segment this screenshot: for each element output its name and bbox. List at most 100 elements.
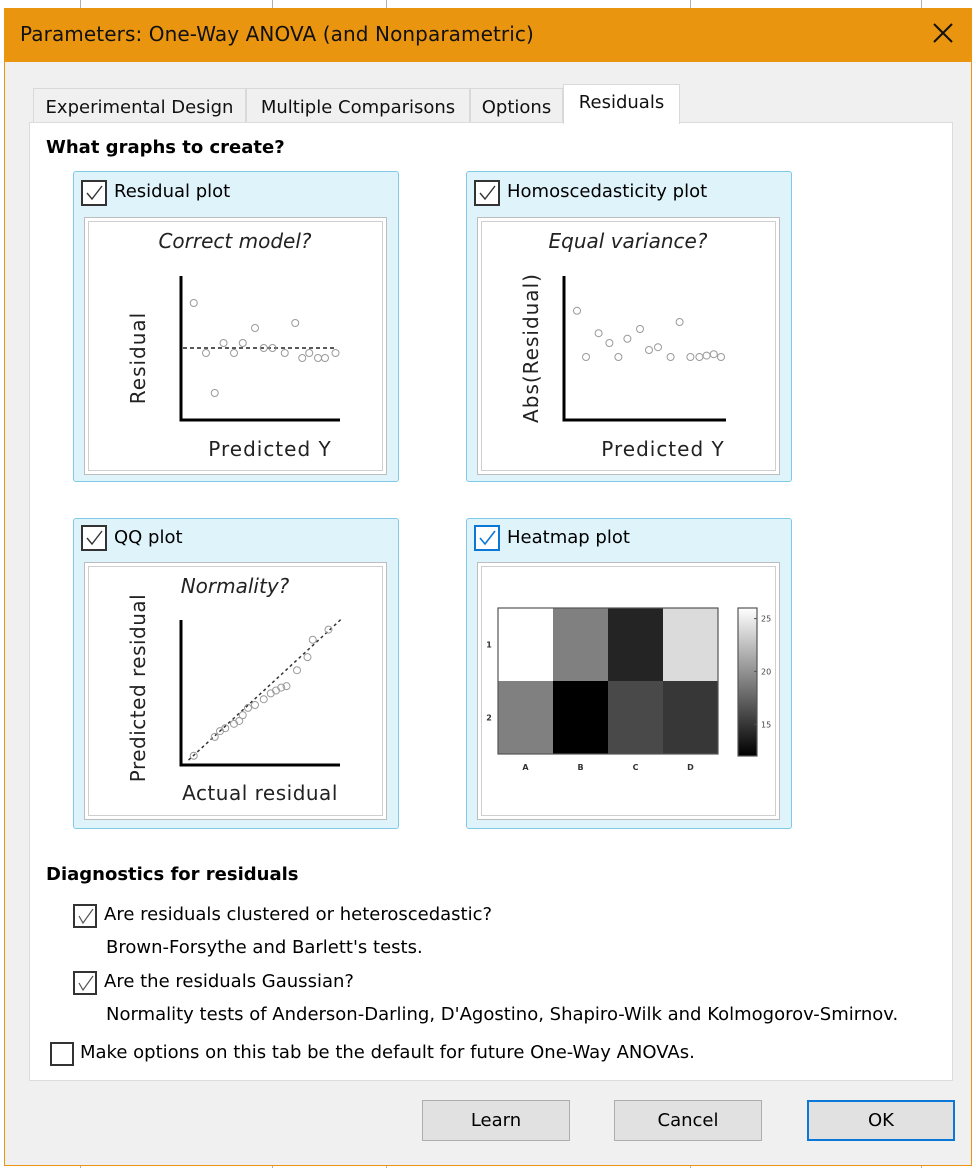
data-point bbox=[210, 732, 219, 741]
checkmark-icon bbox=[479, 185, 496, 201]
data-point bbox=[645, 346, 653, 354]
residual-plot-label[interactable]: Residual plot bbox=[114, 181, 230, 202]
heatmap-cell bbox=[498, 608, 553, 681]
data-point bbox=[298, 354, 307, 362]
make-default-checkbox[interactable] bbox=[50, 1042, 74, 1066]
data-point bbox=[251, 701, 259, 709]
homoscedasticity-plot-group: Homoscedasticity plot Equal variance? Ab… bbox=[466, 171, 792, 482]
heatmap-cell bbox=[498, 681, 553, 754]
data-point bbox=[314, 354, 322, 362]
data-point bbox=[623, 334, 632, 343]
close-button[interactable] bbox=[928, 18, 958, 48]
learn-button[interactable]: Learn bbox=[422, 1100, 570, 1141]
data-point bbox=[695, 353, 704, 361]
heatmap-plot-group: Heatmap plot 1 2 A B C D 15 20 25 bbox=[466, 518, 792, 829]
tab-experimental-design[interactable]: Experimental Design bbox=[33, 88, 246, 122]
residual-plot-checkbox[interactable] bbox=[81, 180, 107, 206]
data-point bbox=[238, 711, 247, 720]
residuals-tab-panel: What graphs to create? Residual plot Cor… bbox=[29, 122, 953, 1081]
y-axis-label: Residual bbox=[126, 312, 150, 404]
data-point bbox=[272, 686, 280, 695]
data-point bbox=[305, 349, 314, 357]
homoscedasticity-plot-label[interactable]: Homoscedasticity plot bbox=[507, 181, 707, 202]
heatmap-plot-label[interactable]: Heatmap plot bbox=[507, 527, 630, 548]
gaussian-residuals-checkbox[interactable] bbox=[73, 971, 97, 995]
y-axis-label: Abs(Residual) bbox=[519, 273, 543, 423]
checkmark-icon bbox=[479, 530, 496, 546]
residual-plot-preview: Correct model? Residual Predicted Y bbox=[84, 217, 387, 475]
heatmap-cell bbox=[608, 681, 663, 754]
data-point bbox=[582, 353, 590, 361]
heatmap-cell bbox=[553, 608, 608, 681]
clustered-heteroscedastic-checkbox[interactable] bbox=[73, 904, 97, 928]
data-point bbox=[614, 353, 623, 361]
heatmap-plot-checkbox[interactable] bbox=[474, 525, 500, 551]
cancel-button[interactable]: Cancel bbox=[614, 1100, 762, 1141]
data-point bbox=[675, 318, 684, 326]
residual-plot-group: Residual plot Correct model? Residual Pr… bbox=[73, 171, 399, 482]
heatmap-cell bbox=[663, 608, 718, 681]
tab-multiple-comparisons[interactable]: Multiple Comparisons bbox=[246, 88, 470, 122]
data-point bbox=[666, 353, 675, 361]
data-point bbox=[219, 339, 228, 347]
tab-options[interactable]: Options bbox=[470, 88, 563, 122]
data-point bbox=[202, 349, 210, 357]
data-point bbox=[259, 695, 268, 704]
data-point bbox=[280, 349, 289, 357]
data-point bbox=[291, 319, 300, 327]
column-label: B bbox=[577, 763, 583, 772]
clustered-heteroscedastic-label[interactable]: Are residuals clustered or heteroscedast… bbox=[104, 904, 492, 925]
axes bbox=[562, 276, 726, 422]
data-point bbox=[230, 719, 238, 728]
chart-title: Equal variance? bbox=[549, 229, 708, 253]
homoscedasticity-plot-checkbox[interactable] bbox=[474, 180, 500, 206]
column-label: D bbox=[687, 763, 694, 772]
heatmap-cell bbox=[553, 681, 608, 754]
chart-title: Correct model? bbox=[158, 229, 311, 253]
data-point bbox=[308, 635, 317, 644]
data-point bbox=[636, 325, 644, 333]
data-point bbox=[266, 689, 275, 698]
title-bar[interactable]: Parameters: One-Way ANOVA (and Nonparame… bbox=[4, 8, 972, 62]
data-point bbox=[331, 349, 340, 357]
close-x-icon bbox=[933, 23, 953, 43]
ok-button[interactable]: OK bbox=[807, 1100, 955, 1141]
qq-plot-label[interactable]: QQ plot bbox=[114, 527, 183, 548]
residual-plot-chart: Correct model? Residual Predicted Y bbox=[126, 229, 340, 461]
qq-plot-preview: Normality? Predicted residual Actual res… bbox=[84, 562, 387, 820]
data-point bbox=[654, 343, 662, 352]
data-point bbox=[238, 339, 247, 347]
column-label: C bbox=[633, 763, 639, 772]
make-default-label[interactable]: Make options on this tab be the default … bbox=[80, 1042, 695, 1063]
data-point bbox=[594, 329, 603, 338]
y-axis-label: Predicted residual bbox=[126, 594, 150, 783]
heatmap-cell bbox=[663, 681, 718, 754]
window-title: Parameters: One-Way ANOVA (and Nonparame… bbox=[20, 22, 534, 46]
checkmark-icon bbox=[78, 908, 94, 925]
data-point bbox=[210, 389, 219, 397]
heatmap-cell bbox=[608, 608, 663, 681]
tab-label: Experimental Design bbox=[45, 97, 234, 118]
qq-plot-checkbox[interactable] bbox=[81, 525, 107, 551]
gaussian-residuals-label[interactable]: Are the residuals Gaussian? bbox=[104, 971, 354, 992]
qq-plot-group: QQ plot Normality? Predicted residual Ac… bbox=[73, 518, 399, 829]
x-axis-label: Actual residual bbox=[182, 781, 338, 805]
tab-label: Options bbox=[481, 97, 552, 118]
heatmap-plot-preview: 1 2 A B C D 15 20 25 bbox=[477, 562, 780, 820]
row-label: 1 bbox=[486, 641, 492, 650]
data-point bbox=[230, 349, 238, 357]
diagnostics-section-title: Diagnostics for residuals bbox=[46, 864, 299, 885]
data-point bbox=[709, 350, 718, 359]
data-point bbox=[303, 653, 312, 662]
gaussian-residuals-description: Normality tests of Anderson-Darling, D'A… bbox=[106, 1004, 899, 1025]
heatmap-chart: 1 2 A B C D 15 20 25 bbox=[486, 607, 771, 772]
data-point bbox=[293, 666, 301, 675]
tab-residuals[interactable]: Residuals bbox=[563, 84, 680, 124]
x-axis-label: Predicted Y bbox=[601, 437, 724, 461]
colorbar-tick-label: 20 bbox=[761, 667, 771, 676]
data-point bbox=[251, 324, 259, 332]
homoscedasticity-plot-preview: Equal variance? Abs(Residual) Predicted … bbox=[477, 217, 780, 475]
tab-label: Multiple Comparisons bbox=[260, 97, 456, 118]
homoscedasticity-plot-chart: Equal variance? Abs(Residual) Predicted … bbox=[519, 229, 726, 461]
checkmark-icon bbox=[86, 185, 103, 201]
